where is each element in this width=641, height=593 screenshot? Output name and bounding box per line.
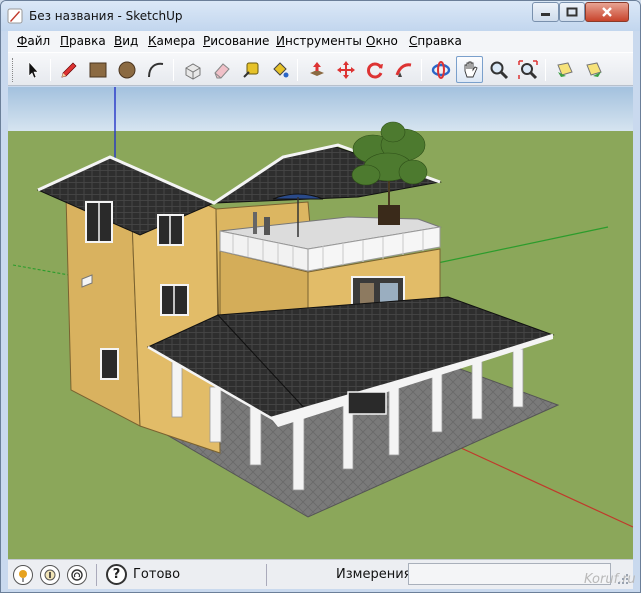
menu-help[interactable]: Справка: [409, 34, 462, 48]
window-title: Без названия - SketchUp: [29, 9, 183, 23]
toolbar-separator: [421, 59, 422, 81]
select-icon: [28, 61, 39, 79]
pencil-tool-button[interactable]: [55, 56, 82, 83]
push-pull-button[interactable]: [303, 56, 330, 83]
toolbar-separator: [50, 59, 51, 81]
next-view-icon: [586, 62, 602, 77]
sign-in-button[interactable]: [67, 565, 87, 585]
minimize-button[interactable]: [532, 2, 559, 22]
window-low-left: [100, 348, 119, 380]
sketchup-app-icon: [7, 8, 23, 24]
push-pull-icon: [310, 62, 324, 76]
status-text: Готово: [133, 567, 181, 582]
title-bar[interactable]: Без названия - SketchUp: [1, 1, 640, 31]
toolbar-separator: [545, 59, 546, 81]
pencil-icon: [61, 62, 77, 78]
make-component-icon: [185, 63, 201, 80]
rotate-icon: [367, 62, 383, 79]
sky: [8, 87, 633, 131]
minimize-icon: [540, 13, 550, 16]
menu-window[interactable]: Окно: [366, 34, 398, 48]
circle-tool-button[interactable]: [113, 56, 140, 83]
arc-tool-button[interactable]: [142, 56, 169, 83]
tape-measure-icon: [243, 62, 259, 78]
zoom-tool-button[interactable]: [485, 56, 512, 83]
menu-file[interactable]: Файл: [17, 34, 50, 48]
rotate-tool-button[interactable]: [361, 56, 388, 83]
circle-icon: [118, 61, 136, 79]
tape-measure-button[interactable]: [237, 56, 264, 83]
eraser-tool-button[interactable]: [208, 56, 235, 83]
zoom-extents-icon: [518, 60, 538, 80]
status-bar: ? Готово Измерения Koruf.ru: [8, 559, 636, 589]
rectangle-icon: [89, 62, 107, 78]
measurements-label: Измерения: [336, 567, 412, 582]
geolocation-icon: [19, 570, 27, 582]
move-icon: [337, 61, 355, 79]
arc-icon: [148, 62, 164, 78]
zoom-icon: [490, 61, 509, 80]
model-scene: [8, 87, 633, 559]
main-toolbar: [8, 52, 633, 86]
model-viewport[interactable]: [8, 87, 633, 559]
sign-in-icon: [71, 569, 83, 581]
status-separator: [266, 564, 267, 586]
move-tool-button[interactable]: [332, 56, 359, 83]
previous-view-button[interactable]: [551, 56, 578, 83]
geolocation-button[interactable]: [13, 565, 33, 585]
paint-bucket-button[interactable]: [266, 56, 293, 83]
maximize-icon: [566, 7, 578, 17]
credits-icon: [44, 569, 56, 581]
window-top-front: [157, 214, 184, 246]
measurements-input[interactable]: [408, 563, 611, 585]
eraser-icon: [214, 63, 230, 79]
pan-icon: [464, 61, 478, 78]
close-button[interactable]: [585, 2, 629, 22]
menu-bar: Файл Правка Вид Камера Рисование Инструм…: [8, 31, 633, 52]
follow-me-button[interactable]: [390, 56, 417, 83]
toolbar-grip[interactable]: [12, 58, 15, 82]
next-view-button[interactable]: [580, 56, 607, 83]
window-mid-front: [160, 284, 189, 316]
menu-camera[interactable]: Камера: [148, 34, 195, 48]
sketchup-window: Без названия - SketchUp Файл Правка Вид …: [0, 0, 641, 593]
orbit-icon: [431, 61, 451, 79]
select-tool-button[interactable]: [19, 56, 46, 83]
porch-window: [347, 391, 387, 415]
rectangle-tool-button[interactable]: [84, 56, 111, 83]
toolbar-separator: [297, 59, 298, 81]
previous-view-icon: [557, 62, 573, 77]
maximize-button[interactable]: [559, 2, 585, 22]
menu-tools[interactable]: Инструменты: [276, 34, 362, 48]
pan-tool-button[interactable]: [456, 56, 483, 83]
orbit-tool-button[interactable]: [427, 56, 454, 83]
toolbar-separator: [173, 59, 174, 81]
credits-button[interactable]: [40, 565, 60, 585]
menu-draw[interactable]: Рисование: [203, 34, 269, 48]
menu-edit[interactable]: Правка: [60, 34, 106, 48]
window-top-left: [85, 201, 113, 243]
menu-view[interactable]: Вид: [114, 34, 138, 48]
close-icon: [602, 7, 612, 17]
help-icon[interactable]: ?: [106, 564, 127, 585]
zoom-extents-button[interactable]: [514, 56, 541, 83]
resize-grip-icon[interactable]: [617, 573, 629, 585]
paint-bucket-icon: [273, 62, 289, 78]
make-component-button[interactable]: [179, 56, 206, 83]
status-separator: [96, 564, 97, 586]
follow-me-icon: [395, 63, 412, 77]
